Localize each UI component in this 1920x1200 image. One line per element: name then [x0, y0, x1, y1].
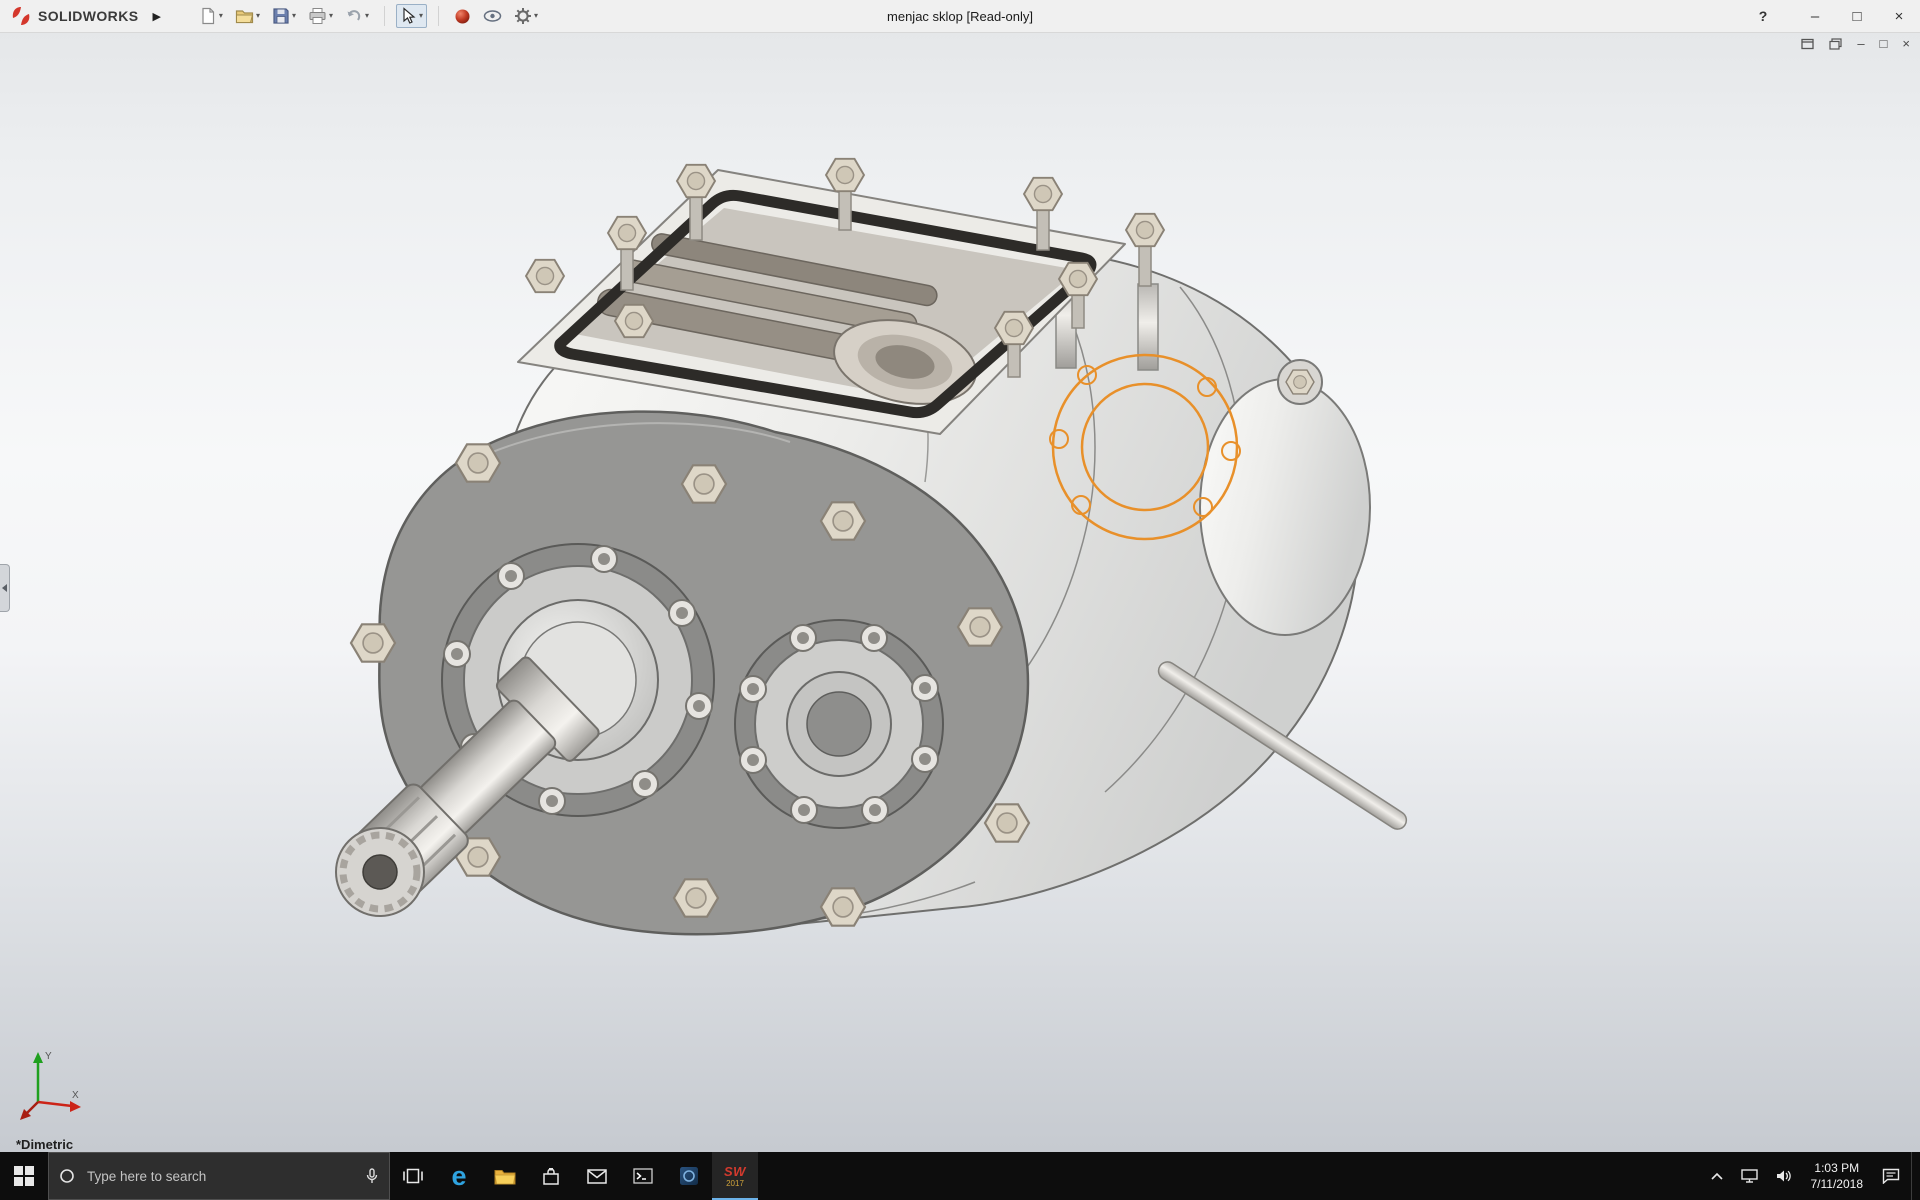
select-tool-button[interactable]: ▾	[396, 4, 428, 28]
graphics-viewport[interactable]: – □ × Y X *Dimetric	[0, 32, 1920, 1152]
minimize-button[interactable]: –	[1794, 0, 1836, 32]
dropdown-caret-icon: ▾	[534, 11, 539, 20]
x-axis-arrow-icon	[70, 1101, 81, 1112]
toolbar-separator	[438, 6, 440, 26]
store-button[interactable]	[528, 1152, 574, 1200]
mail-button[interactable]	[574, 1152, 620, 1200]
windows-logo-icon	[14, 1166, 34, 1186]
open-button[interactable]: ▾	[231, 4, 264, 28]
dark-blue-app-button[interactable]	[666, 1152, 712, 1200]
microphone-icon[interactable]	[365, 1168, 379, 1184]
show-desktop-button[interactable]	[1911, 1152, 1918, 1200]
open-folder-icon	[235, 10, 254, 24]
dropdown-caret-icon: ▾	[218, 11, 223, 20]
bearing-cover	[734, 619, 944, 829]
taskbar-clock[interactable]: 1:03 PM 7/11/2018	[1803, 1160, 1872, 1192]
y-axis-arrow-icon	[33, 1052, 43, 1063]
options-button[interactable]: ▾	[510, 4, 542, 28]
search-input[interactable]	[85, 1167, 355, 1185]
dropdown-caret-icon: ▾	[291, 11, 296, 20]
action-center-icon	[1882, 1168, 1900, 1184]
taskbar-search[interactable]	[48, 1152, 390, 1200]
save-button[interactable]: ▾	[268, 4, 300, 28]
windows-taskbar: e	[0, 1152, 1920, 1200]
document-window-controls: – □ ×	[1801, 37, 1910, 50]
dropdown-caret-icon: ▾	[255, 11, 260, 20]
task-view-button[interactable]	[390, 1152, 436, 1200]
dropdown-caret-icon: ▾	[364, 11, 369, 20]
chevron-up-icon	[1710, 1172, 1723, 1180]
select-cursor-icon	[403, 7, 416, 24]
help-button[interactable]: ?	[1746, 0, 1780, 32]
close-button[interactable]: ×	[1878, 0, 1920, 32]
titlebar: SOLIDWORKS ▶ ▾ ▾ ▾ ▾ ▾ ▾ ▾ menjac sklop …	[0, 0, 1920, 33]
orientation-triad: Y X	[20, 1051, 81, 1120]
x-axis-label: X	[72, 1090, 79, 1101]
cortana-circle-icon	[60, 1169, 74, 1183]
dropdown-caret-icon: ▾	[419, 11, 424, 20]
display-settings-icon	[483, 10, 502, 22]
print-icon	[309, 8, 326, 24]
dark-blue-app-icon	[680, 1167, 698, 1185]
store-bag-icon	[543, 1167, 559, 1185]
appearance-sphere-icon	[455, 9, 470, 23]
network-status-button[interactable]	[1734, 1152, 1765, 1200]
solidworks-2017-icon: SW 2017	[724, 1163, 746, 1188]
console-button[interactable]	[620, 1152, 666, 1200]
solidworks-brand: SOLIDWORKS ▶	[0, 5, 161, 27]
window-title: menjac sklop [Read-only]	[887, 8, 1033, 24]
system-tray: 1:03 PM 7/11/2018	[1704, 1152, 1920, 1200]
dock-window-icon[interactable]	[1829, 37, 1842, 50]
maximize-button[interactable]: □	[1836, 0, 1878, 32]
brand-wordmark: SOLIDWORKS	[38, 8, 139, 24]
quick-access-toolbar: ▾ ▾ ▾ ▾ ▾ ▾ ▾	[195, 4, 542, 28]
edge-button[interactable]: e	[436, 1152, 482, 1200]
toolbar-separator	[384, 6, 385, 26]
undo-icon	[347, 10, 361, 21]
print-button[interactable]: ▾	[304, 4, 337, 28]
file-explorer-icon	[494, 1170, 516, 1185]
network-icon	[1740, 1169, 1758, 1183]
solidworks-logo-icon	[12, 7, 30, 25]
dropdown-caret-icon: ▾	[328, 11, 333, 20]
save-floppy-icon	[273, 8, 289, 24]
float-window-icon[interactable]	[1801, 38, 1814, 50]
display-settings-button[interactable]	[479, 5, 506, 27]
menu-flyout-arrow-icon[interactable]: ▶	[152, 10, 160, 23]
mail-envelope-icon	[587, 1168, 607, 1184]
doc-close-button[interactable]: ×	[1902, 37, 1910, 50]
y-axis-label: Y	[45, 1051, 52, 1062]
options-gear-icon	[515, 8, 532, 24]
speaker-icon	[1776, 1170, 1791, 1182]
view-orientation-label: *Dimetric	[16, 1137, 74, 1152]
clock-time: 1:03 PM	[1814, 1160, 1860, 1175]
gearbox-assembly-model[interactable]	[0, 32, 1920, 1152]
task-view-icon	[403, 1168, 423, 1184]
action-center-button[interactable]	[1875, 1152, 1907, 1200]
tray-overflow-button[interactable]	[1704, 1152, 1730, 1200]
solidworks-2017-button[interactable]: SW 2017	[712, 1152, 758, 1200]
doc-minimize-button[interactable]: –	[1857, 37, 1864, 50]
edge-icon: e	[451, 1160, 467, 1191]
file-explorer-button[interactable]	[482, 1152, 528, 1200]
start-button[interactable]	[0, 1152, 48, 1200]
volume-button[interactable]	[1769, 1152, 1799, 1200]
appearances-button[interactable]	[450, 5, 475, 28]
undo-button[interactable]: ▾	[341, 4, 373, 28]
console-window-icon	[633, 1168, 653, 1184]
new-document-icon	[202, 7, 215, 25]
new-document-button[interactable]: ▾	[195, 4, 227, 28]
clock-date: 7/11/2018	[1810, 1177, 1864, 1191]
window-controls: ? – □ ×	[1746, 0, 1920, 32]
doc-restore-button[interactable]: □	[1880, 37, 1888, 50]
